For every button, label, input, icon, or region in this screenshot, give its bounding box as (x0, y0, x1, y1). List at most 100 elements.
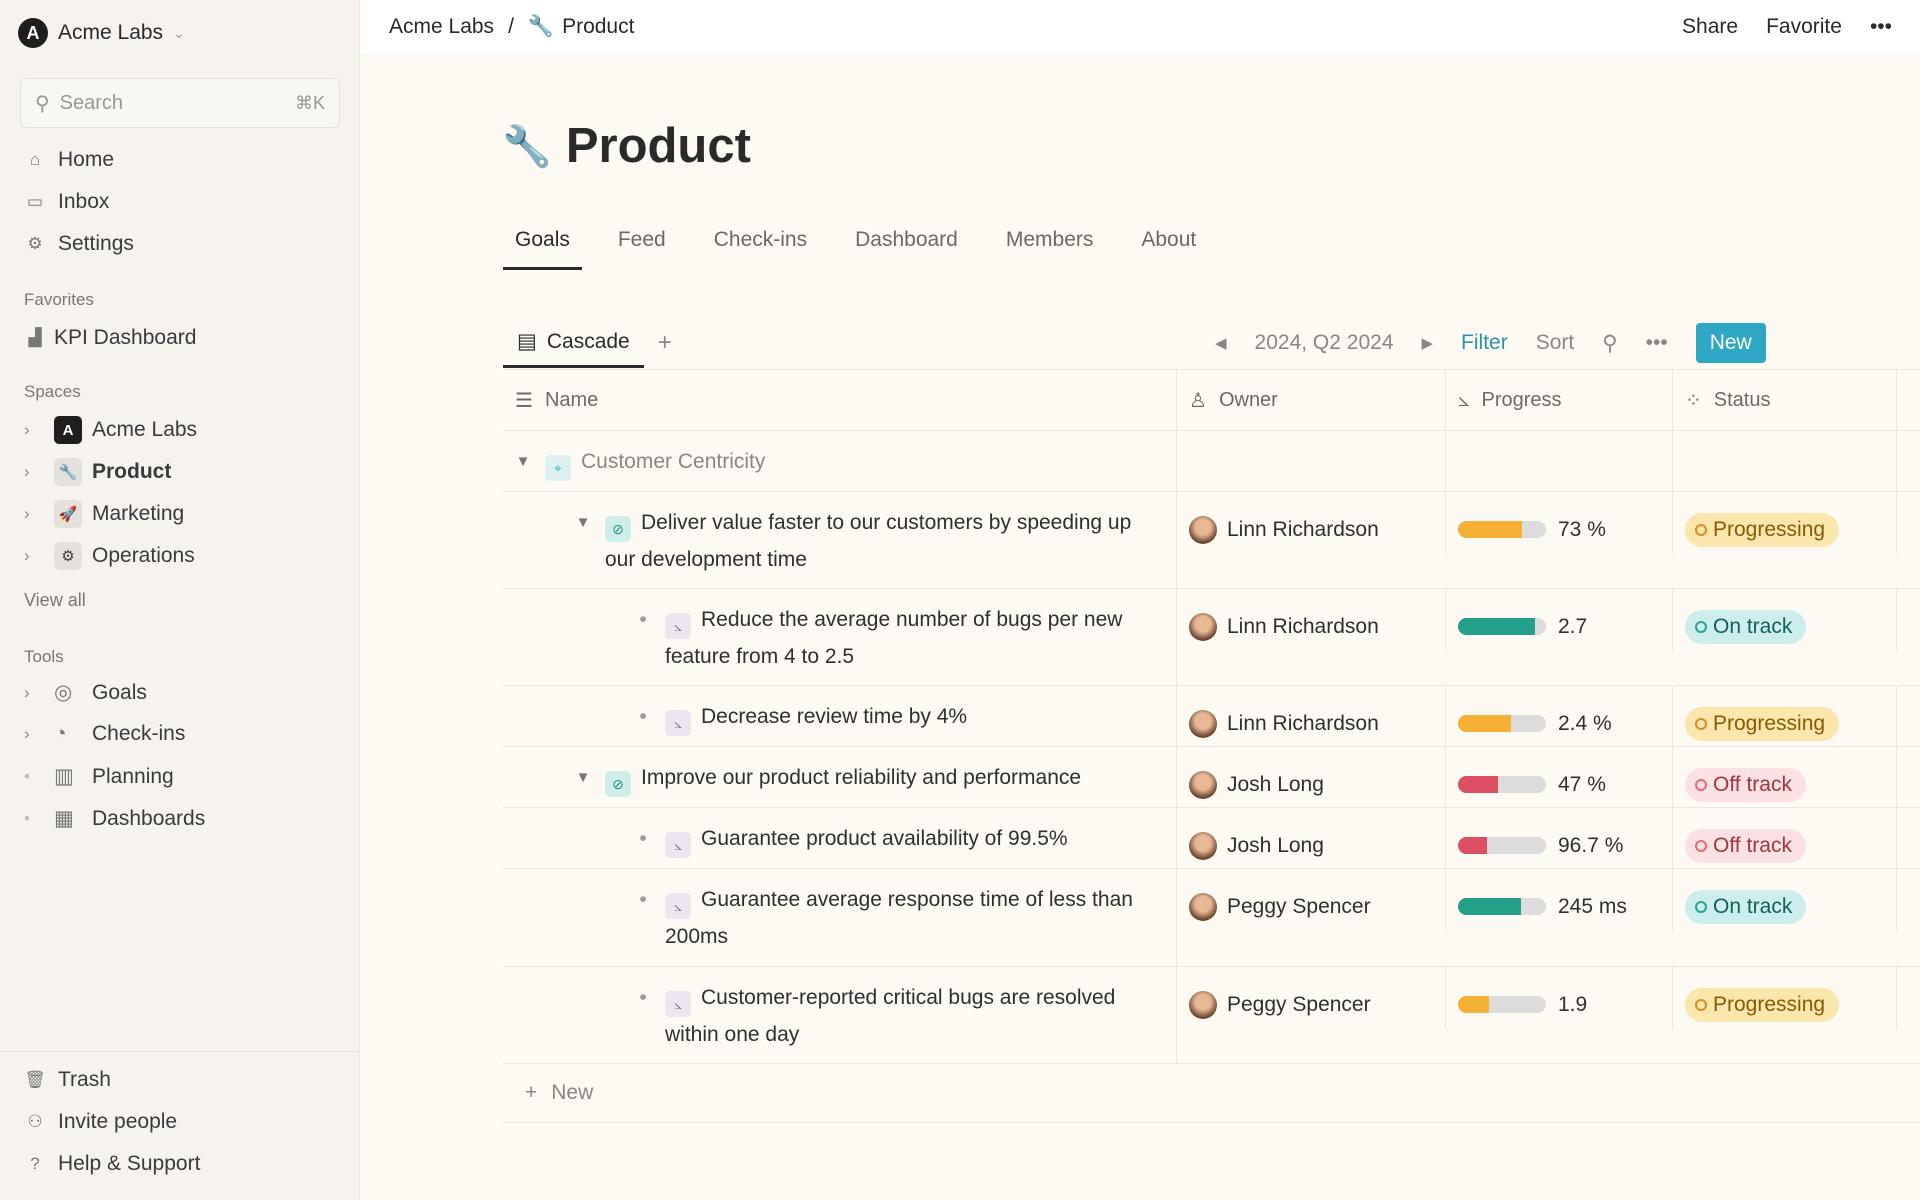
breadcrumb-root[interactable]: Acme Labs (389, 15, 494, 39)
previous-period-icon[interactable]: ◀ (1215, 334, 1227, 352)
grid-icon: ▦ (54, 807, 74, 830)
chevron-right-icon[interactable]: › (24, 462, 54, 482)
status-cell[interactable]: Progressing (1673, 492, 1897, 554)
sidebar-space-product[interactable]: › 🔧 Product (24, 458, 171, 486)
owner-cell[interactable]: Peggy Spencer (1177, 869, 1446, 931)
view-all-link[interactable]: View all (24, 590, 86, 611)
add-view-button[interactable]: + (658, 329, 672, 357)
owner-cell[interactable]: Josh Long (1177, 808, 1446, 870)
table-row[interactable]: • ⦣ Customer-reported critical bugs are re… (503, 966, 1920, 1063)
search-icon[interactable]: ⚲ (1602, 331, 1617, 356)
sidebar-space-marketing[interactable]: › 🚀 Marketing (24, 500, 184, 528)
progress-cell[interactable]: 2.4 % (1446, 686, 1673, 748)
collapse-triangle-icon[interactable]: ▼ (571, 505, 595, 541)
progress-cell[interactable]: 73 % (1446, 492, 1673, 554)
tab-members[interactable]: Members (994, 224, 1106, 270)
avatar (1189, 990, 1217, 1019)
table-row[interactable]: • ⦣ Guarantee average response time of les… (503, 868, 1920, 966)
more-icon[interactable]: ••• (1646, 331, 1668, 355)
status-badge[interactable]: On track (1685, 889, 1807, 924)
more-icon[interactable]: ••• (1870, 15, 1892, 39)
column-name[interactable]: ☰ Name (503, 370, 1177, 430)
breadcrumb-current[interactable]: Product (562, 15, 634, 39)
sidebar-tool-dashboards[interactable]: • ▦ Dashboards (24, 806, 205, 831)
add-row-button[interactable]: + New (503, 1063, 1920, 1123)
sidebar-space-acme-labs[interactable]: › A Acme Labs (24, 416, 197, 444)
status-badge[interactable]: Off track (1685, 767, 1806, 802)
status-cell[interactable]: On track (1673, 869, 1897, 931)
owner-name: Peggy Spencer (1227, 894, 1371, 918)
sidebar-item-invite[interactable]: ⚇ Invite people (24, 1110, 177, 1134)
status-cell[interactable]: Off track (1673, 747, 1897, 809)
objective-row[interactable]: ▼ ⌖ Customer Centricity (503, 430, 1920, 491)
chevron-right-icon[interactable]: › (24, 504, 54, 524)
sidebar-item-trash[interactable]: 🗑 Trash (24, 1068, 111, 1092)
status-badge[interactable]: Progressing (1685, 987, 1840, 1022)
column-progress[interactable]: ⦣ Progress (1446, 370, 1673, 430)
status-badge[interactable]: Progressing (1685, 512, 1840, 547)
chevron-right-icon[interactable]: › (24, 420, 54, 440)
tab-goals[interactable]: Goals (503, 224, 582, 270)
goal-name[interactable]: Customer Centricity (581, 450, 765, 473)
sidebar-item-help[interactable]: ? Help & Support (24, 1152, 200, 1176)
status-badge[interactable]: On track (1685, 609, 1807, 644)
table-row[interactable]: ▼ ⊘ Improve our product reliability and pe… (503, 746, 1920, 809)
owner-cell[interactable]: Linn Richardson (1177, 589, 1446, 651)
owner-cell[interactable]: Linn Richardson (1177, 492, 1446, 554)
workspace-switcher[interactable]: A Acme Labs ⌄ (18, 18, 185, 48)
goal-name[interactable]: Reduce the average number of bugs per ne… (665, 608, 1122, 668)
sidebar-tool-goals[interactable]: › ◎ Goals (24, 680, 147, 705)
filter-button[interactable]: Filter (1461, 331, 1508, 355)
search-input[interactable]: ⚲ Search ⌘K (20, 78, 340, 128)
goal-name[interactable]: Improve our product reliability and perf… (641, 766, 1081, 789)
goal-name[interactable]: Decrease review time by 4% (701, 705, 967, 728)
table-row[interactable]: ▼ ⊘ Deliver value faster to our customers … (503, 491, 1920, 588)
progress-cell[interactable]: 96.7 % (1446, 808, 1673, 870)
chevron-right-icon[interactable]: › (24, 546, 54, 566)
column-status[interactable]: ⁘ Status (1673, 370, 1897, 430)
favorite-button[interactable]: Favorite (1766, 15, 1842, 39)
sidebar-item-kpi-dashboard[interactable]: ▟ KPI Dashboard (24, 326, 196, 350)
owner-cell[interactable]: Josh Long (1177, 747, 1446, 809)
sidebar-tool-check-ins[interactable]: › ◔ Check-ins (24, 722, 185, 746)
sidebar-space-operations[interactable]: › ⚙ Operations (24, 542, 195, 570)
sidebar-item-settings[interactable]: ⚙ Settings (24, 232, 134, 256)
tab-about[interactable]: About (1129, 224, 1208, 270)
status-badge[interactable]: Off track (1685, 828, 1806, 863)
column-owner[interactable]: ♙ Owner (1177, 370, 1446, 430)
status-cell[interactable]: On track (1673, 589, 1897, 651)
goal-name[interactable]: Guarantee product availability of 99.5% (701, 827, 1068, 850)
status-cell[interactable]: Progressing (1673, 686, 1897, 748)
status-cell[interactable]: Progressing (1673, 967, 1897, 1029)
goal-name[interactable]: Deliver value faster to our customers by… (605, 511, 1131, 571)
new-button[interactable]: New (1695, 323, 1766, 363)
tab-dashboard[interactable]: Dashboard (843, 224, 970, 270)
sidebar-item-home[interactable]: ⌂ Home (24, 148, 114, 172)
table-row[interactable]: • ⦣ Reduce the average number of bugs per … (503, 588, 1920, 685)
progress-cell[interactable]: 47 % (1446, 747, 1673, 809)
progress-cell[interactable]: 245 ms (1446, 869, 1673, 931)
share-button[interactable]: Share (1682, 15, 1738, 39)
sidebar-tool-planning[interactable]: • ▥ Planning (24, 764, 174, 789)
period-selector[interactable]: 2024, Q2 2024 (1255, 331, 1394, 355)
goal-name[interactable]: Guarantee average response time of less … (665, 888, 1133, 948)
owner-cell[interactable]: Peggy Spencer (1177, 967, 1446, 1029)
collapse-triangle-icon[interactable]: ▼ (511, 444, 535, 480)
status-cell[interactable]: Off track (1673, 808, 1897, 870)
progress-cell[interactable]: 1.9 (1446, 967, 1673, 1029)
next-period-icon[interactable]: ▶ (1422, 334, 1434, 352)
tab-check-ins[interactable]: Check-ins (702, 224, 819, 270)
chevron-right-icon[interactable]: › (24, 724, 54, 744)
sort-button[interactable]: Sort (1536, 331, 1575, 355)
table-row[interactable]: • ⦣ Guarantee product availability of 99.5… (503, 807, 1920, 870)
status-badge[interactable]: Progressing (1685, 706, 1840, 741)
table-row[interactable]: • ⦣ Decrease review time by 4% Linn Richard… (503, 685, 1920, 748)
view-cascade[interactable]: ▤ Cascade (503, 318, 644, 368)
goal-name[interactable]: Customer-reported critical bugs are reso… (665, 986, 1115, 1046)
progress-cell[interactable]: 2.7 (1446, 589, 1673, 651)
collapse-triangle-icon[interactable]: ▼ (571, 760, 595, 796)
sidebar-item-inbox[interactable]: ▭ Inbox (24, 190, 109, 214)
owner-cell[interactable]: Linn Richardson (1177, 686, 1446, 748)
tab-feed[interactable]: Feed (606, 224, 678, 270)
chevron-right-icon[interactable]: › (24, 683, 54, 703)
